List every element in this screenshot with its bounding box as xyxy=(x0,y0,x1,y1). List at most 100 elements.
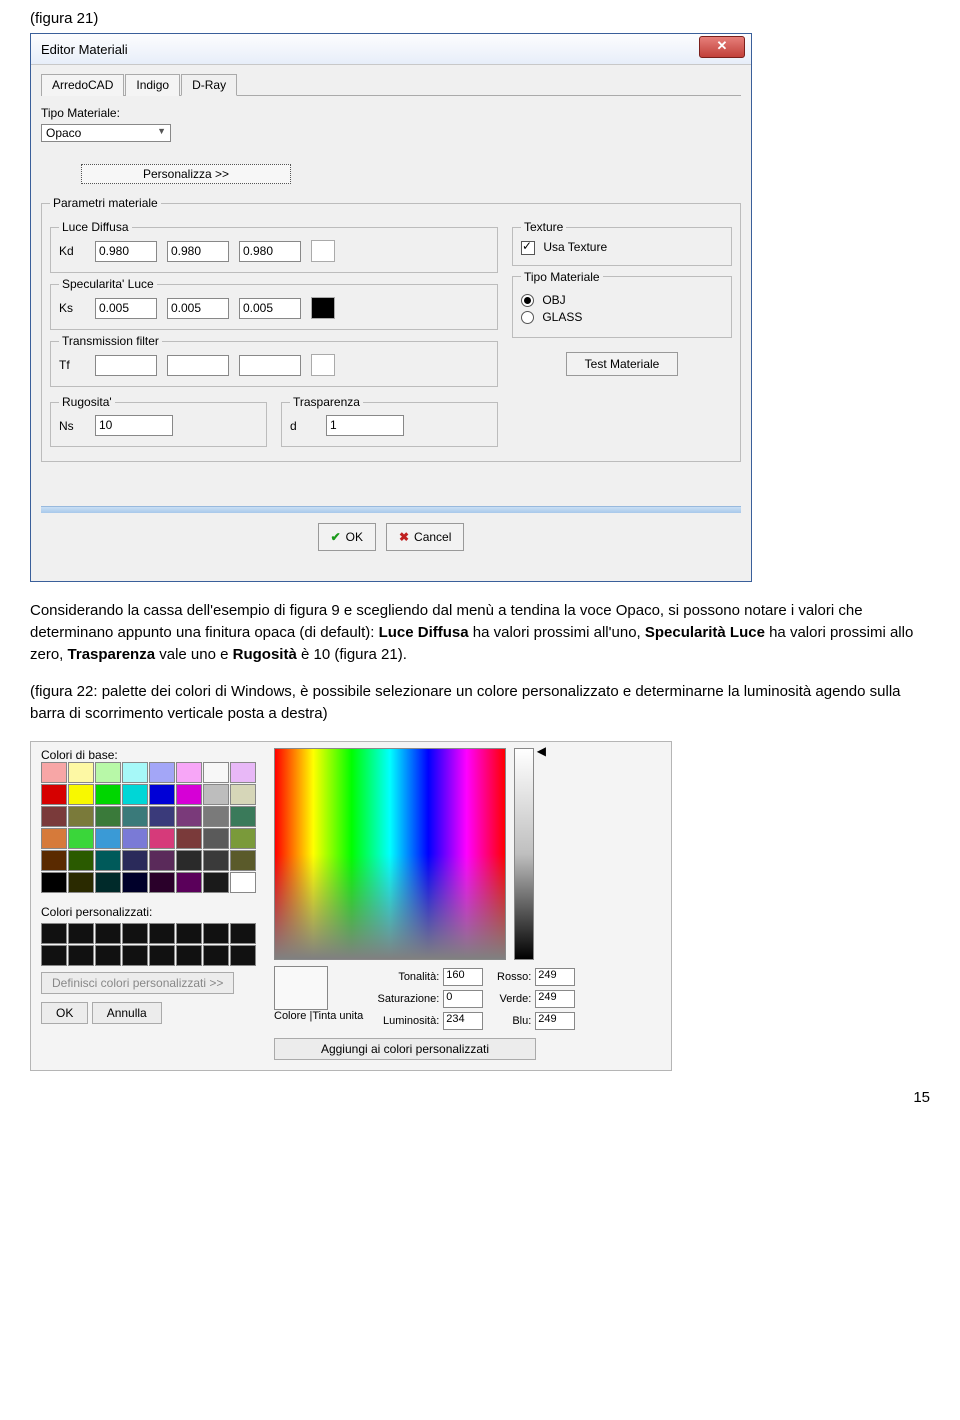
tipo-materiale-select[interactable]: Opaco ▼ xyxy=(41,124,171,142)
custom-swatch[interactable] xyxy=(203,945,229,966)
basic-swatch[interactable] xyxy=(95,850,121,871)
custom-swatch[interactable] xyxy=(230,945,256,966)
basic-swatch[interactable] xyxy=(176,828,202,849)
custom-swatch[interactable] xyxy=(230,923,256,944)
ks-input-2[interactable]: 0.005 xyxy=(167,298,229,319)
basic-swatch[interactable] xyxy=(41,850,67,871)
tf-input-3[interactable] xyxy=(239,355,301,376)
blu-input[interactable]: 249 xyxy=(535,1012,575,1030)
basic-swatch[interactable] xyxy=(149,850,175,871)
tab-indigo[interactable]: Indigo xyxy=(125,74,180,96)
cancel-button[interactable]: ✖ Cancel xyxy=(386,523,464,551)
luminosity-slider[interactable] xyxy=(514,748,534,960)
rosso-input[interactable]: 249 xyxy=(535,968,575,986)
basic-swatch[interactable] xyxy=(203,850,229,871)
add-custom-color-button[interactable]: Aggiungi ai colori personalizzati xyxy=(274,1038,536,1060)
luminosita-input[interactable]: 234 xyxy=(443,1012,483,1030)
verde-input[interactable]: 249 xyxy=(535,990,575,1008)
basic-swatch[interactable] xyxy=(203,784,229,805)
basic-swatch[interactable] xyxy=(95,828,121,849)
basic-swatch[interactable] xyxy=(149,872,175,893)
basic-swatch[interactable] xyxy=(149,784,175,805)
basic-swatch[interactable] xyxy=(41,784,67,805)
saturazione-input[interactable]: 0 xyxy=(443,990,483,1008)
basic-swatch[interactable] xyxy=(230,762,256,783)
basic-swatch[interactable] xyxy=(230,850,256,871)
custom-swatch[interactable] xyxy=(149,945,175,966)
tf-color-swatch[interactable] xyxy=(311,354,335,376)
test-materiale-button[interactable]: Test Materiale xyxy=(566,352,679,376)
custom-swatch[interactable] xyxy=(203,923,229,944)
usa-texture-checkbox[interactable] xyxy=(521,241,535,255)
custom-swatch[interactable] xyxy=(68,945,94,966)
custom-swatch[interactable] xyxy=(95,945,121,966)
picker-ok-button[interactable]: OK xyxy=(41,1002,88,1024)
basic-swatch[interactable] xyxy=(68,828,94,849)
basic-swatch[interactable] xyxy=(230,784,256,805)
basic-swatch[interactable] xyxy=(176,806,202,827)
basic-swatch[interactable] xyxy=(203,806,229,827)
basic-swatch[interactable] xyxy=(203,872,229,893)
basic-swatch[interactable] xyxy=(176,850,202,871)
picker-cancel-button[interactable]: Annulla xyxy=(92,1002,162,1024)
personalizza-button[interactable]: Personalizza >> xyxy=(81,164,291,184)
basic-swatch[interactable] xyxy=(230,828,256,849)
custom-swatch[interactable] xyxy=(95,923,121,944)
radio-glass[interactable] xyxy=(521,311,534,324)
custom-swatch[interactable] xyxy=(176,945,202,966)
d-input[interactable]: 1 xyxy=(326,415,404,436)
slider-thumb-icon[interactable]: ◀ xyxy=(537,744,546,758)
custom-swatch[interactable] xyxy=(41,945,67,966)
basic-swatch[interactable] xyxy=(122,828,148,849)
custom-swatch[interactable] xyxy=(149,923,175,944)
ks-input-1[interactable]: 0.005 xyxy=(95,298,157,319)
custom-swatch[interactable] xyxy=(122,923,148,944)
tab-dray[interactable]: D-Ray xyxy=(181,74,237,96)
basic-swatch[interactable] xyxy=(122,762,148,783)
radio-obj[interactable] xyxy=(521,294,534,307)
custom-swatch[interactable] xyxy=(41,923,67,944)
basic-swatch[interactable] xyxy=(230,806,256,827)
basic-swatch[interactable] xyxy=(95,806,121,827)
basic-swatch[interactable] xyxy=(68,850,94,871)
hue-sat-field[interactable] xyxy=(274,748,506,960)
basic-swatch[interactable] xyxy=(203,762,229,783)
basic-swatch[interactable] xyxy=(68,762,94,783)
tf-input-1[interactable] xyxy=(95,355,157,376)
custom-swatch[interactable] xyxy=(68,923,94,944)
basic-swatch[interactable] xyxy=(122,850,148,871)
custom-swatch[interactable] xyxy=(122,945,148,966)
basic-swatch[interactable] xyxy=(122,784,148,805)
basic-swatch[interactable] xyxy=(230,872,256,893)
kd-input-2[interactable]: 0.980 xyxy=(167,241,229,262)
basic-swatch[interactable] xyxy=(122,872,148,893)
tonalita-input[interactable]: 160 xyxy=(443,968,483,986)
basic-swatch[interactable] xyxy=(41,872,67,893)
basic-swatch[interactable] xyxy=(176,762,202,783)
basic-swatch[interactable] xyxy=(95,872,121,893)
basic-swatch[interactable] xyxy=(68,784,94,805)
ok-button[interactable]: ✔ OK xyxy=(318,523,376,551)
basic-swatch[interactable] xyxy=(68,806,94,827)
ns-input[interactable]: 10 xyxy=(95,415,173,436)
custom-swatch[interactable] xyxy=(176,923,202,944)
basic-swatch[interactable] xyxy=(122,806,148,827)
tf-input-2[interactable] xyxy=(167,355,229,376)
kd-input-1[interactable]: 0.980 xyxy=(95,241,157,262)
basic-swatch[interactable] xyxy=(95,762,121,783)
kd-input-3[interactable]: 0.980 xyxy=(239,241,301,262)
basic-swatch[interactable] xyxy=(95,784,121,805)
basic-swatch[interactable] xyxy=(68,872,94,893)
basic-swatch[interactable] xyxy=(176,784,202,805)
define-custom-button[interactable]: Definisci colori personalizzati >> xyxy=(41,972,234,994)
kd-color-swatch[interactable] xyxy=(311,240,335,262)
basic-swatch[interactable] xyxy=(41,762,67,783)
basic-swatch[interactable] xyxy=(203,828,229,849)
close-button[interactable]: ✕ xyxy=(699,36,745,58)
basic-swatch[interactable] xyxy=(149,806,175,827)
tab-arredocad[interactable]: ArredoCAD xyxy=(41,74,124,96)
ks-color-swatch[interactable] xyxy=(311,297,335,319)
ks-input-3[interactable]: 0.005 xyxy=(239,298,301,319)
basic-swatch[interactable] xyxy=(149,762,175,783)
basic-swatch[interactable] xyxy=(41,828,67,849)
